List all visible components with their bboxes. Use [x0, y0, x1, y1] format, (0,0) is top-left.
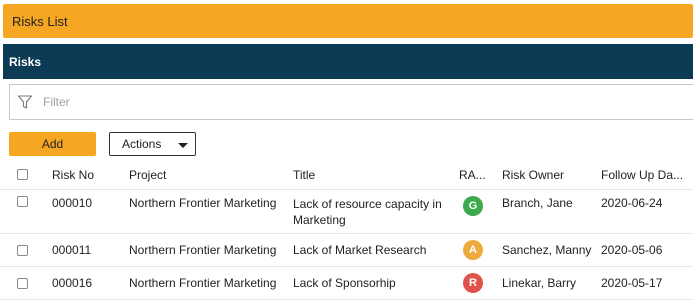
follow-up-date-cell: 2020-05-06 [601, 243, 663, 257]
page-title-bar: Risks List [3, 4, 693, 38]
panel-title: Risks [9, 54, 42, 69]
filter-bar[interactable] [9, 84, 693, 120]
column-header-risk-no[interactable]: Risk No [52, 160, 122, 189]
row-checkbox[interactable] [17, 277, 28, 289]
add-button[interactable]: Add [9, 132, 96, 156]
column-header-follow-up-date[interactable]: Follow Up Da... [601, 160, 693, 189]
rag-status-badge: G [463, 196, 483, 216]
column-header-risk-owner[interactable]: Risk Owner [502, 160, 597, 189]
actions-label: Actions [122, 137, 162, 151]
project-cell: Northern Frontier Marketing [129, 196, 277, 210]
risk-no-cell: 000011 [52, 243, 92, 257]
column-header-title[interactable]: Title [293, 160, 453, 189]
follow-up-date-cell: 2020-06-24 [601, 196, 663, 210]
column-header-project[interactable]: Project [129, 160, 289, 189]
panel-header: Risks [3, 44, 693, 79]
follow-up-date-cell: 2020-05-17 [601, 276, 663, 290]
risks-table: Risk No Project Title RA... Risk Owner F… [0, 160, 693, 300]
table-row[interactable]: 000010 Northern Frontier Marketing Lack … [0, 190, 693, 234]
project-cell: Northern Frontier Marketing [129, 276, 277, 290]
chevron-down-icon [178, 143, 188, 148]
table-header-row: Risk No Project Title RA... Risk Owner F… [0, 160, 693, 190]
select-all-checkbox[interactable] [17, 169, 28, 180]
row-checkbox[interactable] [17, 196, 28, 207]
column-header-rag[interactable]: RA... [459, 160, 493, 189]
filter-input[interactable] [43, 95, 643, 109]
risk-owner-cell: Sanchez, Manny [502, 243, 592, 257]
title-cell: Lack of Market Research [293, 243, 427, 257]
project-cell: Northern Frontier Marketing [129, 243, 277, 257]
title-cell: Lack of Sponsorhip [293, 276, 396, 290]
filter-icon [17, 95, 33, 109]
row-checkbox[interactable] [17, 244, 28, 256]
risk-no-cell: 000016 [52, 276, 93, 290]
risk-owner-cell: Branch, Jane [502, 196, 573, 210]
table-row[interactable]: 000016 Northern Frontier Marketing Lack … [0, 267, 693, 300]
rag-status-badge: R [463, 273, 483, 293]
rag-status-badge: A [463, 240, 483, 260]
risk-owner-cell: Linekar, Barry [502, 276, 577, 290]
page-title: Risks List [12, 13, 68, 29]
title-cell: Lack of resource capacity in Marketing [293, 197, 442, 227]
table-row[interactable]: 000011 Northern Frontier Marketing Lack … [0, 234, 693, 267]
actions-dropdown[interactable]: Actions [109, 132, 196, 156]
risk-no-cell: 000010 [52, 196, 93, 210]
